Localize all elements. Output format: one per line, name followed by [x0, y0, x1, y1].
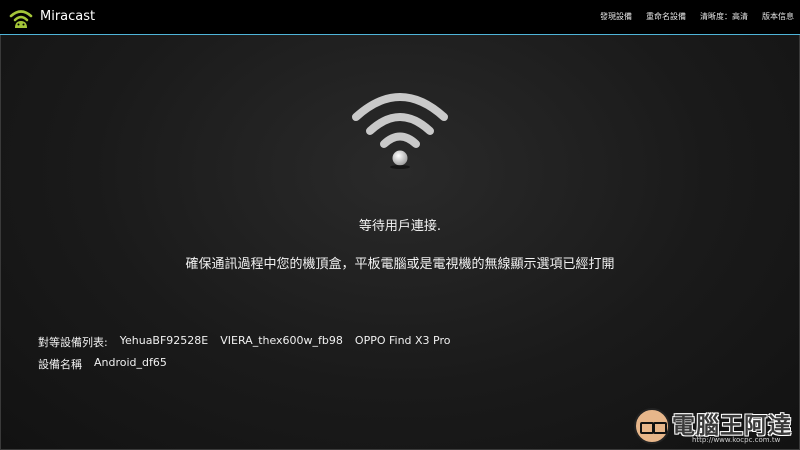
resolution-button[interactable]: 清晰度：高清: [700, 11, 748, 22]
wifi-signal-icon: [352, 93, 448, 169]
title-bar: Miracast 發現設備 重命名設備 清晰度：高清 版本信息: [0, 0, 800, 35]
device-name-value: Android_df65: [94, 356, 167, 369]
device-name-row: 設備名稱 Android_df65: [38, 356, 167, 372]
status-message: 等待用戶連接.: [358, 219, 442, 234]
device-name-label: 設備名稱: [38, 358, 82, 371]
peer-device-item[interactable]: VIERA_thex600w_fb98: [220, 334, 343, 350]
peer-devices-list: 對等設備列表: YehuaBF92528E VIERA_thex600w_fb9…: [38, 334, 451, 350]
action-menu: 發現設備 重命名設備 清晰度：高清 版本信息: [600, 11, 794, 22]
peer-device-item[interactable]: YehuaBF92528E: [120, 334, 209, 350]
mascot-face-icon: [634, 408, 670, 444]
peer-devices-label: 對等設備列表:: [38, 336, 108, 349]
rename-device-button[interactable]: 重命名設備: [646, 11, 686, 22]
instruction-message: 確保通訊過程中您的機頂盒，平板電腦或是電視機的無線顯示選項已經打開: [185, 257, 615, 272]
peer-device-item[interactable]: OPPO Find X3 Pro: [355, 334, 451, 350]
wifi-android-icon: [9, 10, 33, 28]
watermark: 電腦王阿達 http://www.kocpc.com.tw: [628, 402, 798, 448]
watermark-url: http://www.kocpc.com.tw: [692, 436, 781, 444]
version-info-button[interactable]: 版本信息: [762, 11, 794, 22]
discover-devices-button[interactable]: 發現設備: [600, 11, 632, 22]
app-title: Miracast: [40, 9, 96, 24]
watermark-text: 電腦王阿達: [672, 413, 792, 439]
